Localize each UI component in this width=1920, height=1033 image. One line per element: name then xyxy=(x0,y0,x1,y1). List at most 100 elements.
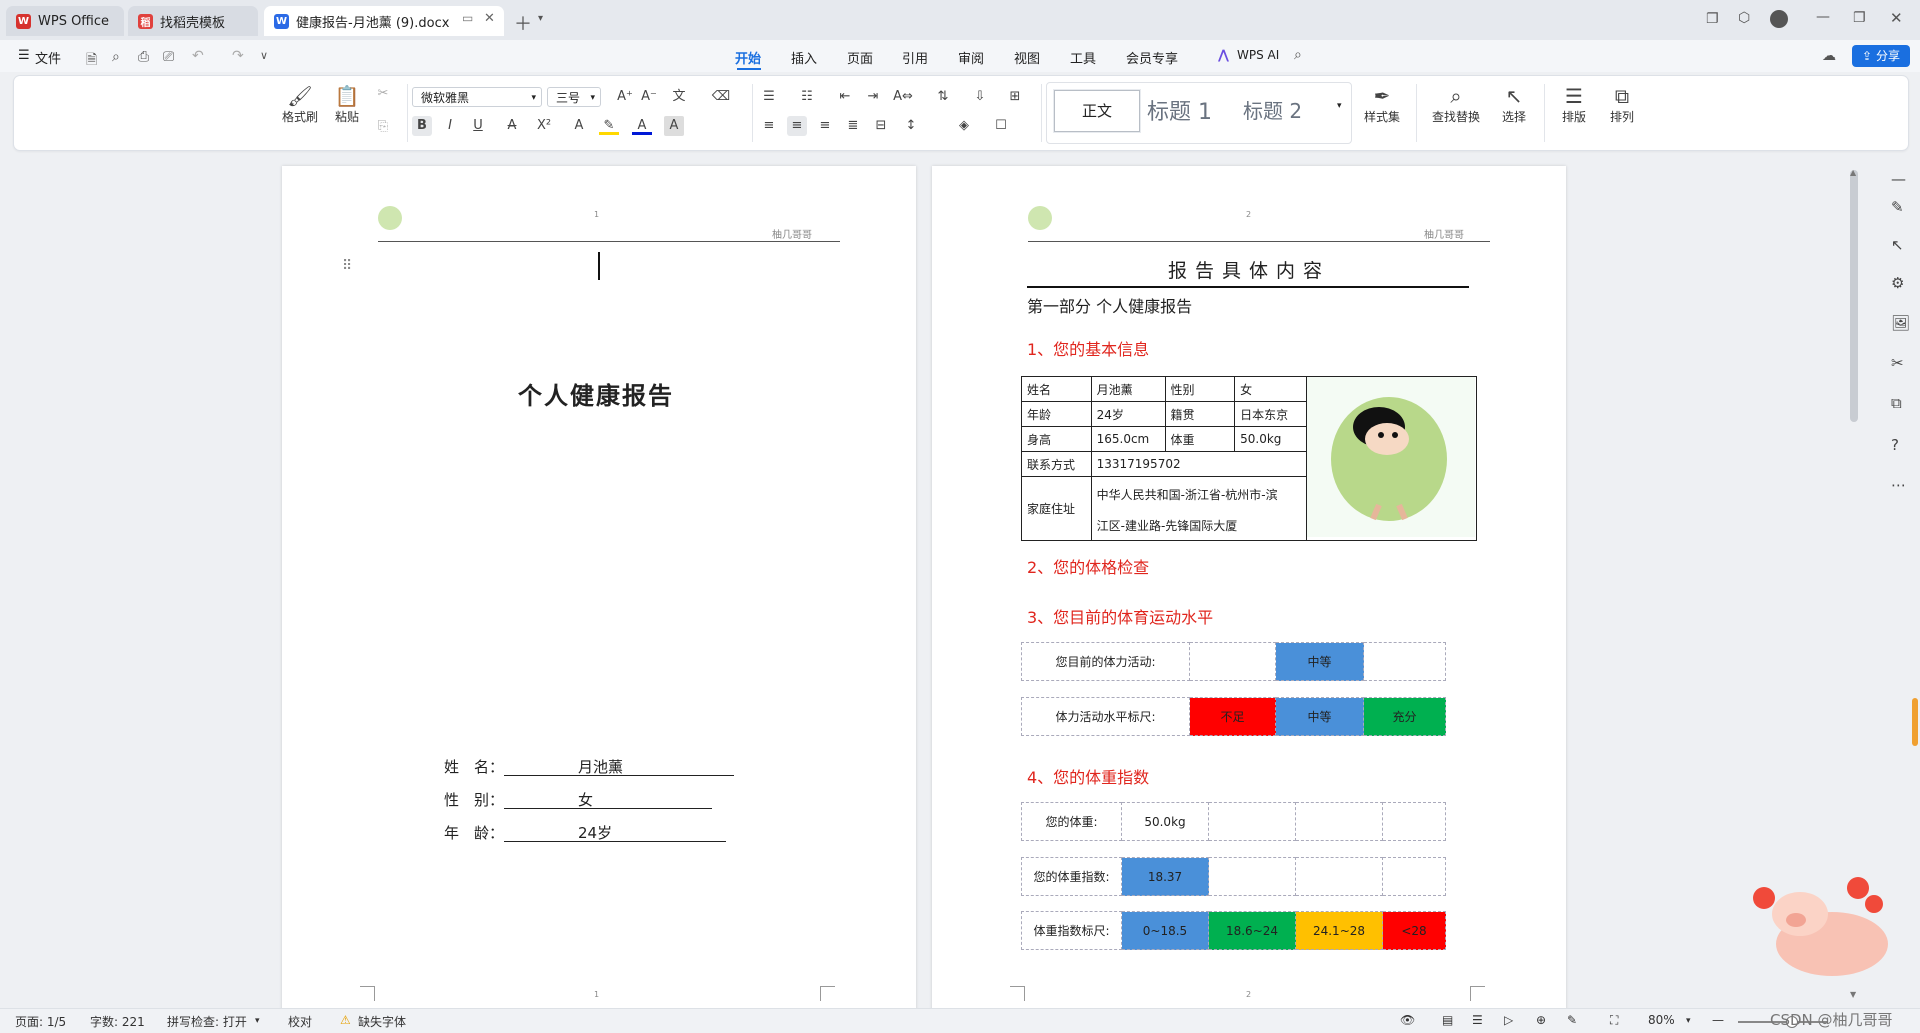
vertical-scrollbar-thumb[interactable] xyxy=(1850,170,1858,422)
text-effect-icon[interactable]: A xyxy=(569,116,589,136)
align-right-icon[interactable]: ≡ xyxy=(815,116,835,136)
status-word-count[interactable]: 字数: 221 xyxy=(90,1013,145,1030)
underline-button[interactable]: U xyxy=(468,116,488,136)
bold-button[interactable]: B xyxy=(412,116,432,136)
document-page-2[interactable]: 2 柚几哥哥 报告具体内容 第一部分 个人健康报告 1、您的基本信息 姓名 月池… xyxy=(932,166,1566,1032)
style-heading-2[interactable]: 标题 2 xyxy=(1243,95,1302,124)
distribute-icon[interactable]: ⊟ xyxy=(871,116,891,136)
tab-wps-office[interactable]: W WPS Office xyxy=(6,6,124,36)
status-page[interactable]: 页面: 1/5 xyxy=(15,1013,66,1030)
restore-icon[interactable]: ❐ xyxy=(1853,10,1866,26)
scroll-up-icon[interactable]: ▲ xyxy=(1850,168,1856,177)
outline-view-icon[interactable]: ☰ xyxy=(1472,1013,1483,1027)
border-icon[interactable]: ☐ xyxy=(991,116,1011,136)
drag-handle-icon[interactable]: ⠿ xyxy=(342,258,352,274)
search-icon[interactable]: ⌕ xyxy=(1294,47,1302,63)
decrease-font-icon[interactable]: A⁻ xyxy=(639,87,659,107)
menu-insert[interactable]: 插入 xyxy=(791,48,817,67)
share-button[interactable]: ⇪ 分享 xyxy=(1852,45,1910,67)
cube-icon[interactable]: ⬡ xyxy=(1738,10,1750,26)
menu-tools[interactable]: 工具 xyxy=(1070,48,1096,67)
align-center-icon[interactable]: ≡ xyxy=(787,116,807,136)
monitor-icon[interactable]: ▭ xyxy=(462,11,473,25)
document-page-1[interactable]: 1 柚几哥哥 ⠿ 个人健康报告 姓 名： 月池薰 性 别： 女 年 龄： 24岁… xyxy=(282,166,916,1032)
text-direction-icon[interactable]: ⇅ xyxy=(933,87,953,107)
style-heading-1[interactable]: 标题 1 xyxy=(1147,94,1212,126)
select-cursor-icon[interactable]: ↖ xyxy=(1891,236,1904,254)
highlight-icon[interactable]: ✎ xyxy=(599,116,619,135)
save-icon[interactable]: 🗎 xyxy=(86,49,97,73)
menu-reference[interactable]: 引用 xyxy=(902,48,928,67)
chevron-down-icon[interactable]: ▾ xyxy=(255,1016,260,1026)
font-color-icon[interactable]: A xyxy=(632,116,652,135)
superscript-button[interactable]: X² xyxy=(534,116,554,136)
style-normal[interactable]: 正文 xyxy=(1054,90,1140,132)
bullet-list-icon[interactable]: ☰ xyxy=(759,87,779,107)
justify-icon[interactable]: ≣ xyxy=(843,116,863,136)
pen-mode-icon[interactable]: ✎ xyxy=(1567,1013,1577,1027)
menu-review[interactable]: 审阅 xyxy=(958,48,984,67)
pen-icon[interactable]: ✎ xyxy=(1891,198,1904,216)
web-view-icon[interactable]: ⊕ xyxy=(1536,1013,1546,1027)
paste-button[interactable]: 📋 粘贴 xyxy=(327,84,367,125)
char-spacing-icon[interactable]: A⇔ xyxy=(893,87,913,107)
zoom-out-icon[interactable]: — xyxy=(1712,1013,1724,1027)
arrange-button[interactable]: ⧉ 排列 xyxy=(1600,84,1644,125)
font-size-select[interactable]: 三号 ▾ xyxy=(547,87,601,107)
char-shading-icon[interactable]: A xyxy=(664,116,684,136)
file-menu[interactable]: 文件 xyxy=(35,48,61,67)
chevron-down-icon[interactable]: ▾ xyxy=(538,13,543,24)
table-icon[interactable]: ⊞ xyxy=(1005,87,1025,107)
side-tab-marker[interactable] xyxy=(1912,698,1918,746)
close-tab-icon[interactable]: ✕ xyxy=(484,11,495,26)
copy-icon[interactable]: ⎘ xyxy=(373,117,393,137)
layout-button[interactable]: ☰ 排版 xyxy=(1552,84,1596,125)
cut-icon[interactable]: ✂ xyxy=(373,84,393,104)
menu-start[interactable]: 开始 xyxy=(735,48,761,67)
line-spacing-icon[interactable]: ↕ xyxy=(901,116,921,136)
indent-icon[interactable]: ⇥ xyxy=(863,87,883,107)
status-missing-font[interactable]: 缺失字体 xyxy=(358,1013,406,1030)
more-icon[interactable]: ⋯ xyxy=(1891,476,1906,494)
zoom-value[interactable]: 80% xyxy=(1648,1013,1675,1027)
align-left-icon[interactable]: ≡ xyxy=(759,116,779,136)
page-view-icon[interactable]: ▤ xyxy=(1442,1013,1453,1027)
scroll-down-icon[interactable]: ▼ xyxy=(1850,990,1856,999)
window-list-icon[interactable]: ❐ xyxy=(1706,11,1719,27)
puzzle-icon[interactable]: ⧉ xyxy=(1891,394,1902,412)
menu-view[interactable]: 视图 xyxy=(1014,48,1040,67)
format-painter-button[interactable]: 🖌 格式刷 xyxy=(280,84,320,125)
menu-page[interactable]: 页面 xyxy=(847,48,873,67)
sort-icon[interactable]: ⇩ xyxy=(970,87,990,107)
fit-icon[interactable]: ⛶ xyxy=(1610,1013,1618,1028)
numbered-list-icon[interactable]: ☷ xyxy=(797,87,817,107)
avatar[interactable] xyxy=(1770,10,1788,28)
select-button[interactable]: ↖ 选择 xyxy=(1492,84,1536,125)
redo-icon[interactable]: ↷ xyxy=(232,48,244,64)
clear-format-icon[interactable]: ⌫ xyxy=(711,87,731,107)
style-set-button[interactable]: ✒ 样式集 xyxy=(1356,84,1408,125)
print-icon[interactable]: ⎙ xyxy=(138,49,149,65)
font-name-select[interactable]: 微软雅黑 ▾ xyxy=(412,87,542,107)
quick-access-dropdown-icon[interactable]: ∨ xyxy=(260,49,268,62)
style-gallery-expand-icon[interactable]: ▾ xyxy=(1337,101,1342,111)
help-icon[interactable]: ? xyxy=(1891,436,1899,454)
cloud-icon[interactable]: ☁ xyxy=(1822,48,1836,64)
tab-template[interactable]: 稻 找稻壳模板 xyxy=(128,6,258,36)
menu-member[interactable]: 会员专享 xyxy=(1126,48,1178,67)
new-tab-icon[interactable]: ＋ xyxy=(514,10,532,36)
status-spell-check[interactable]: 拼写检查: 打开 xyxy=(167,1013,247,1030)
chevron-down-icon[interactable]: ▾ xyxy=(1686,1016,1691,1026)
find-replace-button[interactable]: ⌕ 查找替换 xyxy=(1426,84,1486,125)
strikethrough-button[interactable]: A xyxy=(502,116,522,136)
eye-icon[interactable]: 👁 xyxy=(1400,1013,1415,1027)
outdent-icon[interactable]: ⇤ xyxy=(835,87,855,107)
play-icon[interactable]: ▷ xyxy=(1504,1013,1513,1027)
collapse-icon[interactable]: — xyxy=(1891,170,1906,188)
close-window-icon[interactable]: ✕ xyxy=(1890,9,1903,27)
phonetic-icon[interactable]: 文 xyxy=(669,87,689,107)
tools-icon[interactable]: ✂ xyxy=(1891,354,1904,372)
shading-icon[interactable]: ◈ xyxy=(954,116,974,136)
tab-document[interactable]: W 健康报告-月池薰 (9).docx ▭ ✕ xyxy=(264,6,504,36)
undo-icon[interactable]: ↶ xyxy=(192,48,204,64)
